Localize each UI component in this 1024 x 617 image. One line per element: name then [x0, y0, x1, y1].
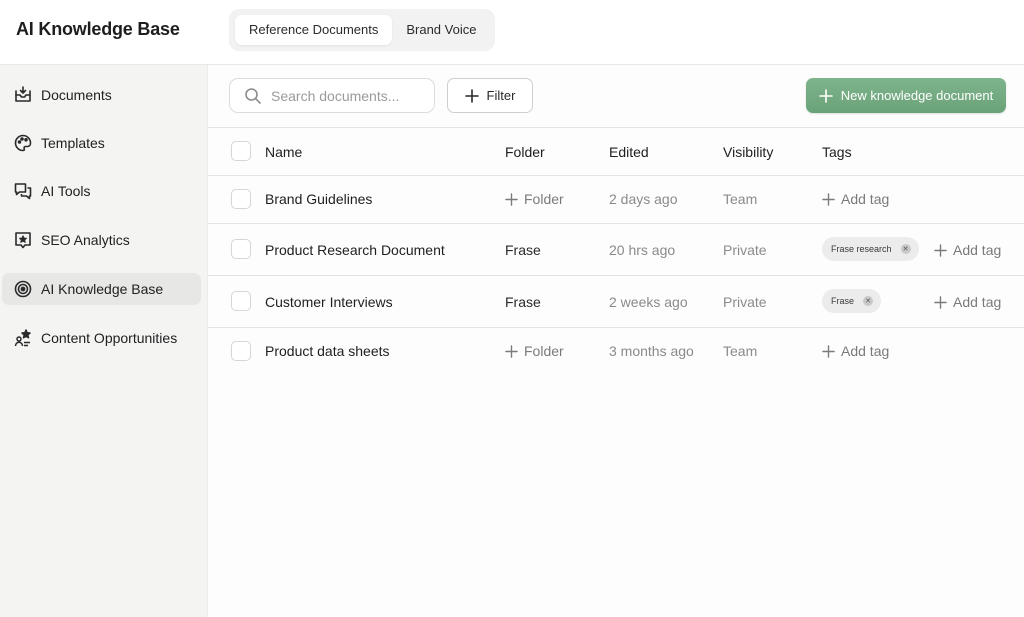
plus-icon	[464, 88, 479, 103]
sparkle-person-icon	[12, 327, 34, 349]
column-header-edited[interactable]: Edited	[609, 144, 649, 160]
filter-label: Filter	[486, 88, 516, 103]
tags-cell: Frase research ✕	[822, 237, 919, 261]
target-icon	[12, 278, 34, 300]
tag-label: Frase	[831, 296, 855, 306]
main-content: Filter New knowledge document Name Folde…	[208, 65, 1024, 617]
remove-tag-icon[interactable]: ✕	[863, 296, 874, 306]
sidebar-item-content-opportunities[interactable]: Content Opportunities	[2, 322, 201, 354]
plus-icon	[822, 344, 835, 358]
visibility-value: Team	[723, 343, 758, 359]
sidebar-item-ai-tools[interactable]: AI Tools	[2, 175, 201, 207]
tags-add-cell: Add tag	[934, 242, 1001, 258]
filter-button[interactable]: Filter	[447, 78, 533, 113]
column-header-tags[interactable]: Tags	[822, 144, 852, 160]
tag-chip[interactable]: Frase research ✕	[822, 237, 919, 261]
tags-add-cell: Add tag	[934, 294, 1001, 310]
add-tag-button[interactable]: Add tag	[822, 343, 889, 359]
new-knowledge-document-button[interactable]: New knowledge document	[806, 78, 1006, 113]
sidebar-item-label: SEO Analytics	[41, 232, 130, 248]
inbox-icon	[12, 84, 34, 106]
tab-reference-documents[interactable]: Reference Documents	[235, 15, 393, 45]
search-box[interactable]	[229, 78, 435, 113]
sidebar-item-ai-knowledge-base[interactable]: AI Knowledge Base	[2, 273, 201, 305]
app-title: AI Knowledge Base	[16, 19, 180, 39]
add-tag-label: Add tag	[841, 191, 890, 207]
add-tag-label: Add tag	[953, 242, 1002, 258]
add-tag-label: Add tag	[841, 343, 890, 359]
table-row[interactable]: Product data sheets Folder 3 months ago …	[208, 327, 1024, 375]
tag-chip[interactable]: Frase ✕	[822, 289, 882, 313]
visibility-value: Private	[723, 294, 767, 310]
column-header-visibility[interactable]: Visibility	[723, 144, 773, 160]
edited-time: 2 days ago	[609, 191, 678, 207]
plus-icon	[818, 88, 833, 103]
sidebar-item-label: AI Tools	[41, 183, 91, 199]
add-tag-button[interactable]: Add tag	[822, 191, 889, 207]
sidebar-item-label: Documents	[41, 87, 112, 103]
palette-icon	[12, 132, 34, 154]
star-badge-icon	[12, 229, 34, 251]
remove-tag-icon[interactable]: ✕	[900, 244, 911, 254]
row-checkbox[interactable]	[231, 239, 251, 259]
plus-icon	[505, 192, 518, 206]
add-tag-button[interactable]: Add tag	[934, 242, 1001, 258]
plus-icon	[505, 344, 518, 358]
row-checkbox[interactable]	[231, 189, 251, 209]
add-folder-label: Folder	[524, 191, 564, 207]
add-tag-label: Add tag	[953, 294, 1002, 310]
document-name[interactable]: Product Research Document	[265, 242, 445, 258]
add-folder-button[interactable]: Folder	[505, 343, 564, 359]
add-tag-button[interactable]: Add tag	[934, 294, 1001, 310]
visibility-value: Private	[723, 242, 767, 258]
sidebar-item-templates[interactable]: Templates	[2, 127, 201, 159]
sidebar-item-label: AI Knowledge Base	[41, 281, 164, 297]
document-name[interactable]: Product data sheets	[265, 343, 390, 359]
row-checkbox[interactable]	[231, 291, 251, 311]
document-name[interactable]: Brand Guidelines	[265, 191, 372, 207]
tab-switcher: Reference Documents Brand Voice	[229, 9, 495, 51]
edited-time: 3 months ago	[609, 343, 694, 359]
search-icon	[244, 87, 262, 105]
top-bar: AI Knowledge Base Reference Documents Br…	[0, 0, 1024, 65]
folder-value[interactable]: Frase	[505, 294, 541, 310]
chat-bubbles-icon	[12, 180, 34, 202]
tags-cell: Add tag	[822, 343, 889, 359]
sidebar: Documents Templates AI Tools SEO Analyti…	[0, 65, 208, 617]
column-header-name[interactable]: Name	[265, 144, 302, 160]
row-checkbox[interactable]	[231, 341, 251, 361]
tags-cell: Frase ✕	[822, 289, 882, 313]
tab-brand-voice[interactable]: Brand Voice	[392, 15, 490, 45]
table-row[interactable]: Customer Interviews Frase 2 weeks ago Pr…	[208, 275, 1024, 327]
edited-time: 2 weeks ago	[609, 294, 688, 310]
select-all-checkbox[interactable]	[231, 141, 251, 161]
add-folder-label: Folder	[524, 343, 564, 359]
sidebar-item-label: Templates	[41, 135, 105, 151]
table-header: Name Folder Edited Visibility Tags	[208, 127, 1024, 175]
new-document-label: New knowledge document	[840, 88, 994, 103]
sidebar-item-label: Content Opportunities	[41, 330, 178, 346]
plus-icon	[934, 243, 947, 257]
plus-icon	[934, 295, 947, 309]
search-input[interactable]	[271, 87, 421, 104]
plus-icon	[822, 192, 835, 206]
table-row[interactable]: Brand Guidelines Folder 2 days ago Team …	[208, 175, 1024, 223]
folder-value[interactable]: Frase	[505, 242, 541, 258]
visibility-value: Team	[723, 191, 758, 207]
edited-time: 20 hrs ago	[609, 242, 676, 258]
sidebar-item-seo-analytics[interactable]: SEO Analytics	[2, 224, 201, 256]
table-row[interactable]: Product Research Document Frase 20 hrs a…	[208, 223, 1024, 275]
sidebar-item-documents[interactable]: Documents	[2, 79, 201, 111]
tags-cell: Add tag	[822, 191, 889, 207]
add-folder-button[interactable]: Folder	[505, 191, 564, 207]
column-header-folder[interactable]: Folder	[505, 144, 545, 160]
tag-label: Frase research	[831, 244, 892, 254]
document-name[interactable]: Customer Interviews	[265, 294, 393, 310]
